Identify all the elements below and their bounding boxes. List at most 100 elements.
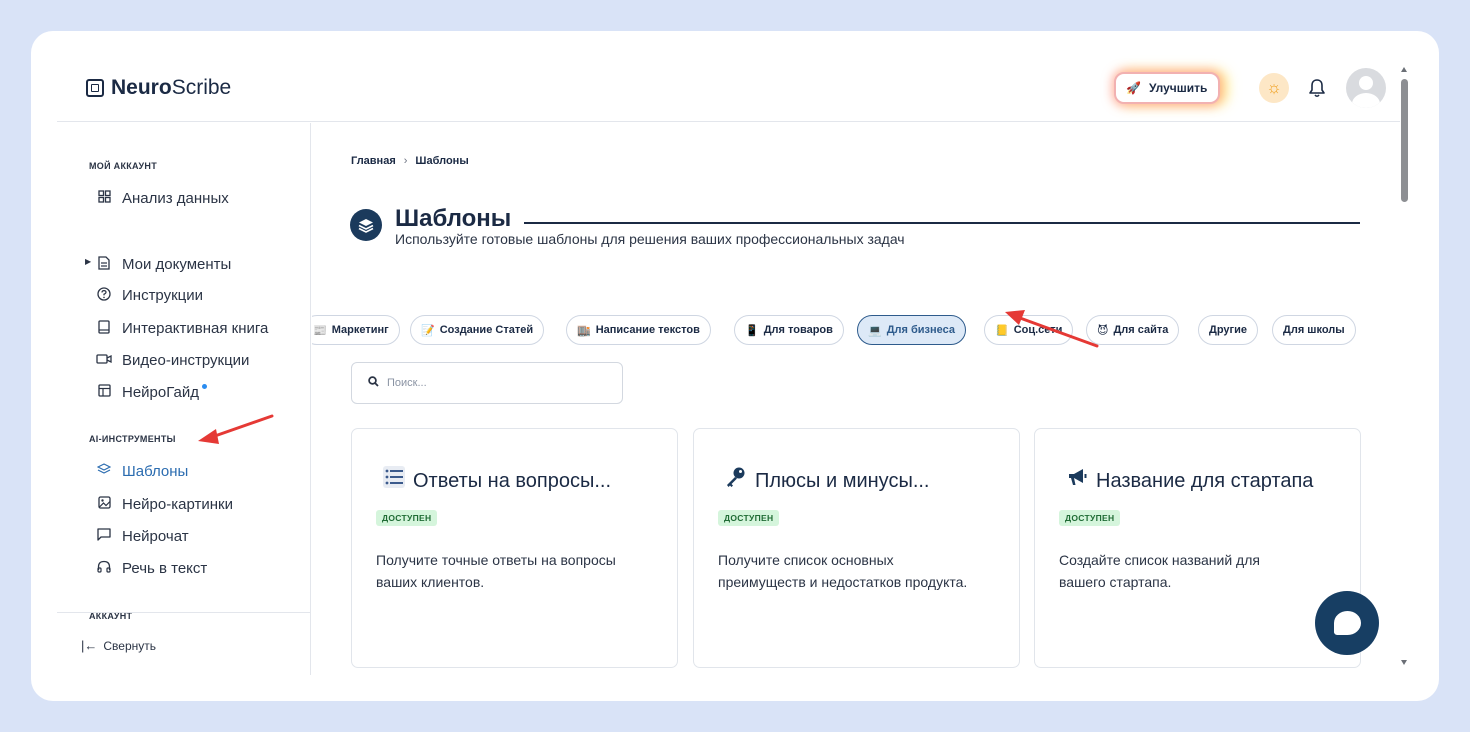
collapse-arrow-icon: |← — [81, 638, 98, 653]
sidebar-item-my-documents[interactable]: Мои документы — [95, 253, 231, 275]
sidebar-section-my-account: МОЙ АККАУНТ — [89, 161, 158, 171]
template-card-pros-cons[interactable]: Плюсы и минусы... ДОСТУПЕН Получите спис… — [693, 428, 1020, 668]
sidebar-item-label: Речь в текст — [122, 559, 208, 577]
chip-label: Для бизнеса — [886, 324, 956, 336]
category-chip-social[interactable]: 📒 Соц.сети — [984, 315, 1074, 345]
sidebar-section-ai-tools: AI-ИНСТРУМЕНТЫ — [89, 434, 176, 444]
page-subtitle: Используйте готовые шаблоны для решения … — [395, 231, 905, 247]
megaphone-icon — [1066, 466, 1088, 494]
brand-name-bold: Neuro — [111, 76, 172, 99]
image-icon — [95, 496, 113, 512]
collapse-sidebar-button[interactable]: |← Свернуть — [81, 638, 156, 653]
sidebar-footer: |← Свернуть — [57, 612, 310, 653]
sidebar-item-templates[interactable]: Шаблоны — [95, 460, 188, 482]
main-content: Главная › Шаблоны Шаблоны Используйте го… — [312, 123, 1400, 675]
newspaper-icon: 📰 — [313, 324, 327, 337]
chip-label: Другие — [1209, 324, 1247, 336]
category-chip-products[interactable]: 📱 Для товаров — [734, 315, 844, 345]
card-description: Получите точные ответы на вопросы ваших … — [376, 552, 616, 590]
ledger-icon: 📒 — [995, 324, 1009, 337]
page-title: Шаблоны — [395, 205, 512, 232]
sidebar-item-label: Шаблоны — [122, 462, 189, 480]
sidebar-item-label: Нейро-картинки — [122, 495, 233, 513]
devil-face-icon: 😈 — [1097, 324, 1109, 337]
status-badge: ДОСТУПЕН — [376, 510, 438, 526]
phone-icon: 📱 — [745, 324, 759, 337]
brand-logo[interactable]: Neuro Scribe — [86, 76, 231, 100]
card-description: Получите список основных преимуществ и н… — [718, 552, 968, 590]
sidebar-item-label: Видео-инструкции — [122, 351, 250, 369]
upgrade-button[interactable]: 🚀 Улучшить — [1114, 72, 1221, 104]
headphones-icon — [95, 560, 113, 576]
upgrade-label: Улучшить — [1148, 81, 1208, 95]
sidebar-item-label: Инструкции — [122, 286, 204, 304]
key-icon — [725, 466, 747, 494]
sidebar-item-label: Мои документы — [122, 255, 232, 273]
category-filter-bar: 📰 Маркетинг 📝 Создание Статей 🏬 Написание т… — [312, 315, 1368, 349]
chip-label: Соц.сети — [1013, 324, 1063, 336]
title-divider — [524, 222, 1360, 224]
sidebar-item-label: Интерактивная книга — [122, 319, 269, 337]
chip-label: Для товаров — [763, 324, 833, 336]
search-input[interactable] — [387, 377, 587, 389]
video-icon — [95, 353, 113, 368]
memo-icon: 📝 — [421, 324, 435, 337]
sidebar-item-neurochat[interactable]: Нейрочат — [95, 525, 189, 547]
sidebar-item-speech-to-text[interactable]: Речь в текст — [95, 557, 207, 579]
sidebar-item-neuroguide[interactable]: НейроГайд — [95, 381, 207, 403]
list-icon — [383, 466, 405, 494]
theme-toggle-sun-icon[interactable]: ☼ — [1259, 73, 1289, 103]
notifications-bell-icon[interactable] — [1304, 74, 1330, 102]
search-box — [351, 362, 623, 404]
laptop-icon: 💻 — [868, 324, 882, 337]
scrollbar-thumb[interactable] — [1401, 79, 1408, 202]
building-icon: 🏬 — [577, 324, 591, 337]
category-chip-other[interactable]: Другие — [1198, 315, 1258, 345]
card-title: Ответы на вопросы... — [413, 470, 612, 492]
sidebar: МОЙ АККАУНТ Анализ данных ▶ Мои документ… — [57, 123, 311, 675]
card-title: Плюсы и минусы... — [755, 470, 930, 492]
book-icon — [95, 319, 113, 337]
sidebar-item-neuro-images[interactable]: Нейро-картинки — [95, 493, 233, 515]
support-chat-button[interactable] — [1315, 591, 1379, 655]
scroll-down-arrow-icon[interactable] — [1401, 660, 1407, 665]
scroll-up-arrow-icon[interactable] — [1401, 67, 1407, 72]
card-description: Создайте список названий для вашего стар… — [1059, 552, 1260, 590]
user-avatar[interactable] — [1346, 68, 1386, 108]
category-chip-business[interactable]: 💻 Для бизнеса — [857, 315, 967, 345]
chip-label: Создание Статей — [439, 324, 534, 336]
category-chip-school[interactable]: Для школы — [1272, 315, 1356, 345]
document-icon — [95, 255, 113, 273]
category-chip-website[interactable]: 😈 Для сайта — [1086, 315, 1180, 345]
rocket-icon: 🚀 — [1126, 81, 1141, 95]
template-card-faq-answers[interactable]: Ответы на вопросы... ДОСТУПЕН Получите т… — [351, 428, 678, 668]
collapse-label: Свернуть — [103, 638, 157, 653]
table-icon — [95, 384, 113, 400]
sidebar-item-data-analysis[interactable]: Анализ данных — [95, 187, 229, 209]
category-chip-marketing[interactable]: 📰 Маркетинг — [312, 315, 400, 345]
breadcrumb: Главная › Шаблоны — [351, 155, 469, 167]
chat-icon — [95, 528, 113, 544]
sidebar-item-instructions[interactable]: Инструкции — [95, 284, 203, 306]
breadcrumb-home-link[interactable]: Главная — [351, 155, 396, 167]
grid-icon — [95, 190, 113, 206]
app-window: Neuro Scribe 🚀 Улучшить ☼ МОЙ АККАУНТ Ана… — [31, 31, 1439, 701]
vertical-scrollbar[interactable] — [1398, 61, 1410, 671]
sidebar-item-label: Нейрочат — [122, 527, 189, 545]
sidebar-item-label: НейроГайд — [122, 383, 199, 401]
chip-label: Написание текстов — [595, 324, 700, 336]
top-header: Neuro Scribe 🚀 Улучшить ☼ — [57, 31, 1400, 122]
category-chip-articles[interactable]: 📝 Создание Статей — [410, 315, 545, 345]
chip-label: Для школы — [1283, 324, 1345, 336]
expand-caret-icon[interactable]: ▶ — [85, 257, 91, 266]
status-badge: ДОСТУПЕН — [1059, 510, 1121, 526]
help-circle-icon — [95, 286, 113, 304]
sidebar-item-video-instructions[interactable]: Видео-инструкции — [95, 349, 249, 371]
category-chip-copywriting[interactable]: 🏬 Написание текстов — [566, 315, 711, 345]
breadcrumb-current: Шаблоны — [415, 155, 469, 167]
sidebar-item-interactive-book[interactable]: Интерактивная книга — [95, 317, 268, 339]
chip-label: Для сайта — [1113, 324, 1169, 336]
templates-layers-icon — [350, 209, 382, 241]
template-card-startup-name[interactable]: Название для стартапа ДОСТУПЕН Создайте … — [1034, 428, 1361, 668]
status-badge: ДОСТУПЕН — [718, 510, 780, 526]
